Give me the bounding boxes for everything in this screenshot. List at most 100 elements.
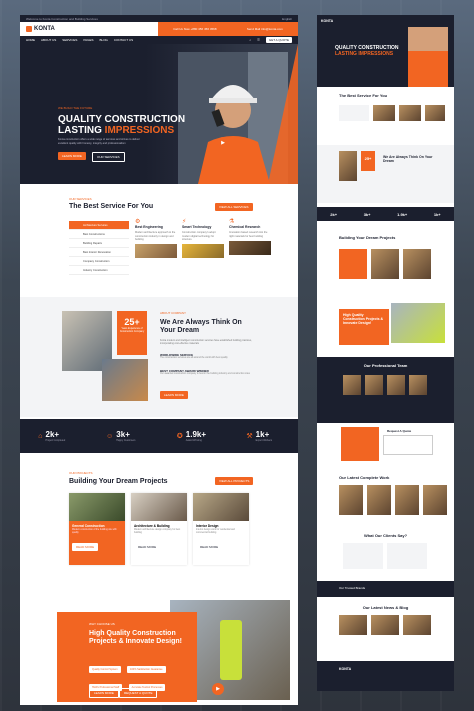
about-desc: Konta modern and intelligent constructio…: [160, 339, 252, 345]
side-brands: Our Trusted Brands: [317, 581, 454, 597]
stat-item: ☺ 3k+ Happy Customers: [106, 430, 136, 442]
hero-description: Konta construction offers a wide range o…: [58, 138, 140, 145]
project-card[interactable]: Interior Design Interior design work for…: [193, 493, 249, 565]
quality-learn-more-button[interactable]: LEARN MORE: [89, 688, 119, 698]
award-icon: ✪: [176, 433, 183, 440]
about-feature: WORLDWIDE SERVICE The construction servi…: [160, 353, 228, 359]
service-item[interactable]: Building Repairs: [69, 239, 129, 248]
play-video-button[interactable]: ▶: [217, 137, 229, 149]
service-card[interactable]: ⚙ Best Engineering Modern architecture a…: [135, 219, 177, 259]
quote-form[interactable]: [383, 435, 433, 455]
services-section: OUR SERVICES The Best Service For You VI…: [20, 183, 298, 293]
experience-badge: 25+ Years Experience of Construction Com…: [117, 311, 147, 355]
projects-section: OUR PROJECTS Building Your Dream Project…: [20, 455, 298, 580]
nav-about[interactable]: ABOUT US: [41, 38, 56, 42]
side-work: Our Latest Complete Work: [317, 475, 454, 525]
customer-icon: ☺: [106, 432, 114, 440]
service-item[interactable]: Best Interior Renovation: [69, 248, 129, 257]
nav-services[interactable]: SERVICES: [62, 38, 77, 42]
side-logo: KONTA: [321, 19, 334, 23]
quality-box: WHY CHOOSE US High Quality Construction …: [57, 612, 197, 702]
about-tag: ABOUT COMPANY: [160, 311, 187, 315]
about-section: 25+ Years Experience of Construction Com…: [20, 297, 298, 417]
service-card[interactable]: ⚡ Smart Technology Construction company'…: [182, 219, 224, 259]
service-card-image: [229, 240, 271, 255]
side-testimonial: What Our Clients Say?: [317, 533, 454, 577]
request-quote-button[interactable]: REQUEST A QUOTE: [119, 688, 158, 698]
read-more-link[interactable]: READ MORE: [134, 543, 160, 551]
quality-title: High Quality Construction Projects & Inn…: [89, 630, 182, 645]
logo-icon: [26, 26, 32, 32]
worker-vest: [220, 620, 242, 680]
research-icon: ⚗: [229, 219, 235, 225]
our-services-button[interactable]: OUR SERVICES: [92, 152, 125, 162]
service-card[interactable]: ⚗ Chemical Research Innovation based res…: [229, 219, 271, 255]
project-icon: ⌂: [38, 432, 43, 440]
services-list: Architecture Services Best Constructions…: [69, 221, 129, 275]
side-quality: High Quality Construction Projects & Inn…: [317, 303, 454, 353]
email-info: Send Mail info@konta.com: [246, 27, 283, 31]
project-image: [131, 493, 187, 521]
read-more-link[interactable]: READ MORE: [196, 543, 222, 551]
hero-worker-image: [178, 52, 288, 184]
main-page-preview: Welcome to Konta Construction and Buildi…: [20, 15, 298, 705]
services-title: The Best Service For You: [69, 203, 154, 210]
worker-icon: ⚒: [246, 433, 253, 440]
service-item[interactable]: Industry Construction: [69, 266, 129, 275]
logo[interactable]: KONTA: [26, 26, 55, 32]
topbar: Welcome to Konta Construction and Buildi…: [20, 15, 298, 22]
nav-pages[interactable]: PAGES: [83, 38, 93, 42]
stats-bar: ⌂ 2k+ Project Completed ☺ 3k+ Happy Customer…: [20, 419, 298, 453]
topbar-welcome: Welcome to Konta Construction and Buildi…: [26, 16, 98, 21]
service-item[interactable]: Best Constructions: [69, 230, 129, 239]
about-image-2: [102, 359, 148, 401]
hero-title: QUALITY CONSTRUCTION LASTING IMPRESSIONS: [58, 114, 186, 136]
about-learn-more-button[interactable]: LEARN MORE: [160, 391, 188, 399]
stat-item: ✪ 1.9k+ Award Winning: [176, 430, 207, 442]
side-stats: 2k+ 3k+ 1.9k+ 1k+: [317, 207, 454, 221]
quote-button[interactable]: GET A QUOTE: [265, 37, 292, 43]
learn-more-button[interactable]: LEARN MORE: [58, 152, 86, 160]
service-card-image: [182, 244, 224, 259]
side-news: Our Latest News & Blog: [317, 605, 454, 649]
side-hero-title: QUALITY CONSTRUCTION LASTING IMPRESSIONS: [335, 45, 399, 57]
project-card[interactable]: Architecture & Building Modern architect…: [131, 493, 187, 565]
project-image: [69, 493, 125, 521]
project-card[interactable]: General Construction Modern construction…: [69, 493, 125, 565]
view-all-projects-button[interactable]: VIEW ALL PROJECTS: [215, 477, 254, 485]
nav-blog[interactable]: BLOG: [100, 38, 108, 42]
language-select[interactable]: English: [282, 17, 292, 21]
nav-contact[interactable]: CONTACT US: [114, 38, 133, 42]
side-about: 25+ We Are Always Think On Your Dream: [317, 145, 454, 203]
service-item[interactable]: Company Construction: [69, 257, 129, 266]
projects-title: Building Your Dream Projects: [69, 478, 168, 485]
quality-section: WHY CHOOSE US High Quality Construction …: [20, 590, 298, 705]
stat-item: ⚒ 1k+ Expert Workers: [246, 430, 273, 442]
main-nav: HOME ABOUT US SERVICES PAGES BLOG CONTAC…: [20, 36, 298, 44]
read-more-link[interactable]: READ MORE: [72, 543, 99, 551]
search-icon[interactable]: ⌕: [249, 38, 251, 42]
hero-tag: WE BUILD THE FUTURE: [58, 106, 93, 110]
service-card-image: [135, 244, 177, 259]
side-hero: KONTA QUALITY CONSTRUCTION LASTING IMPRES…: [317, 15, 454, 87]
menu-icon[interactable]: ☰: [257, 38, 260, 42]
side-team: Our Professional Team: [317, 357, 454, 423]
full-page-preview: KONTA QUALITY CONSTRUCTION LASTING IMPRES…: [317, 15, 454, 691]
contact-bar: Call Us Now +880 456 456 4568 Send Mail …: [158, 22, 298, 36]
nav-home[interactable]: HOME: [26, 38, 35, 42]
service-item[interactable]: Architecture Services: [69, 221, 129, 230]
side-quote: Request A Quote: [317, 427, 454, 463]
play-video-button[interactable]: ▶: [212, 683, 224, 695]
technology-icon: ⚡: [182, 219, 187, 225]
engineering-icon: ⚙: [135, 219, 141, 225]
project-image: [193, 493, 249, 521]
stat-item: ⌂ 2k+ Project Completed: [38, 430, 66, 442]
about-title: We Are Always Think On Your Dream: [160, 319, 242, 334]
hero: ▶ WE BUILD THE FUTURE QUALITY CONSTRUCTI…: [20, 44, 298, 184]
side-hero-worker: [408, 27, 448, 87]
side-services: The Best Service For You: [317, 93, 454, 143]
services-tag: OUR SERVICES: [69, 197, 92, 201]
view-all-services-button[interactable]: VIEW ALL SERVICES: [215, 203, 253, 211]
projects-tag: OUR PROJECTS: [69, 471, 93, 475]
phone-info: Call Us Now +880 456 456 4568: [173, 27, 217, 31]
